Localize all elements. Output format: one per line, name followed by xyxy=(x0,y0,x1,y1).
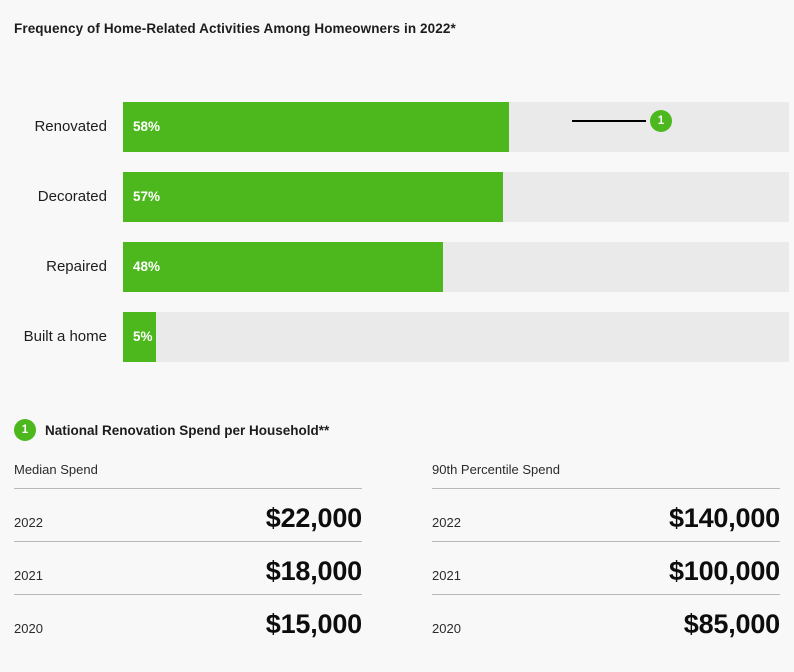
row-year: 2022 xyxy=(432,515,461,530)
bar-fill[interactable]: 5% xyxy=(123,312,157,362)
bar-track: 5% xyxy=(123,312,789,362)
bar-row: Repaired 48% xyxy=(0,242,794,292)
row-amount: $22,000 xyxy=(265,503,362,533)
bar-chart: Renovated 58% Decorated 57% Repaired 48%… xyxy=(0,102,794,382)
bar-value-label: 5% xyxy=(133,329,153,344)
bar-track: 58% xyxy=(123,102,789,152)
bar-row: Built a home 5% xyxy=(0,312,794,362)
table-row: 2022 $140,000 xyxy=(432,489,780,542)
table-row: 2021 $100,000 xyxy=(432,542,780,595)
note-badge-1: 1 xyxy=(14,419,36,441)
row-amount: $100,000 xyxy=(668,556,780,586)
table-header: 90th Percentile Spend xyxy=(432,462,780,489)
bar-fill[interactable]: 58% xyxy=(123,102,510,152)
callout-badge-1[interactable]: 1 xyxy=(650,110,672,132)
row-year: 2021 xyxy=(432,568,461,583)
note-heading: 1 National Renovation Spend per Househol… xyxy=(14,419,329,441)
bar-label: Repaired xyxy=(46,258,107,275)
median-spend-table: Median Spend 2022 $22,000 2021 $18,000 2… xyxy=(14,462,362,647)
row-year: 2022 xyxy=(14,515,43,530)
bar-value-label: 58% xyxy=(133,119,161,134)
table-row: 2020 $15,000 xyxy=(14,595,362,647)
bar-fill[interactable]: 57% xyxy=(123,172,503,222)
row-amount: $15,000 xyxy=(265,609,362,639)
percentile-spend-table: 90th Percentile Spend 2022 $140,000 2021… xyxy=(432,462,780,647)
bar-label: Renovated xyxy=(34,118,107,135)
bar-fill[interactable]: 48% xyxy=(123,242,443,292)
bar-row: Renovated 58% xyxy=(0,102,794,152)
table-header: Median Spend xyxy=(14,462,362,489)
table-row: 2021 $18,000 xyxy=(14,542,362,595)
row-amount: $140,000 xyxy=(668,503,780,533)
bar-value-label: 57% xyxy=(133,189,161,204)
bar-row: Decorated 57% xyxy=(0,172,794,222)
bar-label: Decorated xyxy=(37,188,107,205)
table-row: 2022 $22,000 xyxy=(14,489,362,542)
bar-value-label: 48% xyxy=(133,259,161,274)
row-year: 2021 xyxy=(14,568,43,583)
bar-track: 57% xyxy=(123,172,789,222)
row-amount: $85,000 xyxy=(683,609,780,639)
table-row: 2020 $85,000 xyxy=(432,595,780,647)
bar-label: Built a home xyxy=(23,328,107,345)
note-heading-label: National Renovation Spend per Household*… xyxy=(45,422,330,438)
row-year: 2020 xyxy=(14,621,43,636)
bar-track: 48% xyxy=(123,242,789,292)
page-title: Frequency of Home-Related Activities Amo… xyxy=(14,21,456,36)
row-year: 2020 xyxy=(432,621,461,636)
spend-tables: Median Spend 2022 $22,000 2021 $18,000 2… xyxy=(0,462,794,647)
row-amount: $18,000 xyxy=(265,556,362,586)
